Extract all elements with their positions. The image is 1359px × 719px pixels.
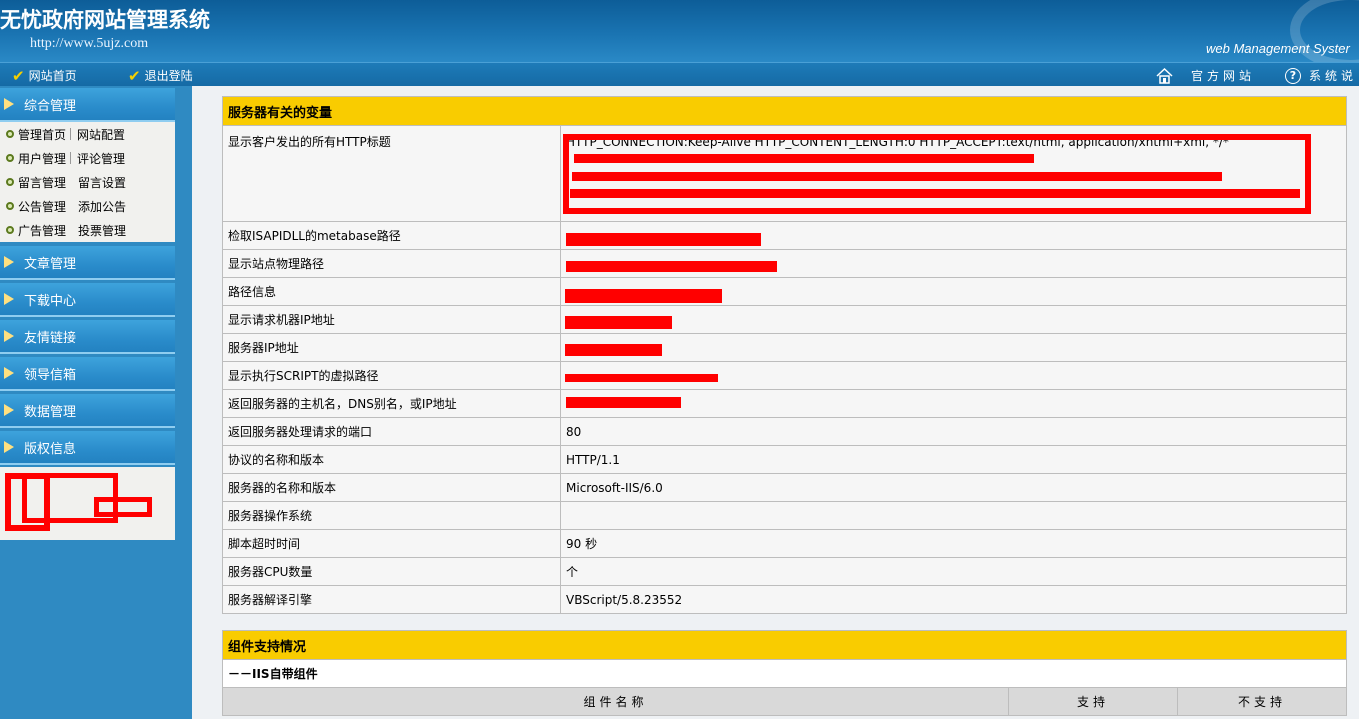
menu-link-votes[interactable]: 投票管理 (78, 222, 126, 239)
menu-row: 广告管理 投票管理 (6, 221, 126, 239)
table-row: 显示执行SCRIPT的虚拟路径 (222, 361, 1347, 390)
menu-link-comments[interactable]: 评论管理 (77, 150, 125, 167)
triangle-right-icon (4, 441, 14, 453)
table-title: 服务器有关的变量 (222, 96, 1347, 126)
house-icon (1156, 67, 1173, 84)
redaction-mark (565, 316, 672, 329)
table-row: 脚本超时时间 90 秒 (222, 529, 1347, 558)
main-content: 服务器有关的变量 显示客户发出的所有HTTP标题 HTTP_CONNECTION… (192, 86, 1359, 719)
sidebar-general-menu: 管理首页 网站配置 用户管理 评论管理 留言管理 留言设置 公告管理 添加公告 … (0, 122, 175, 242)
bullet-icon (6, 178, 14, 186)
table-row: 协议的名称和版本 HTTP/1.1 (222, 445, 1347, 474)
bullet-icon (6, 202, 14, 210)
redaction-mark (566, 233, 761, 246)
nav-official-site-link[interactable]: 官方网站 (1156, 67, 1255, 84)
menu-row: 管理首页 网站配置 (6, 125, 125, 143)
redaction-mark (570, 189, 1300, 198)
table-row: 显示站点物理路径 (222, 249, 1347, 278)
bullet-icon (6, 226, 14, 234)
sidebar-section-copyright[interactable]: 版权信息 (0, 431, 175, 465)
redaction-mark (566, 397, 681, 408)
sidebar-section-links[interactable]: 友情链接 (0, 320, 175, 354)
redaction-mark (572, 172, 1222, 181)
sidebar: 综合管理 管理首页 网站配置 用户管理 评论管理 留言管理 留言设置 公告管理 … (0, 86, 192, 719)
sidebar-copyright-panel (0, 467, 175, 540)
components-table: 组件支持情况 －－IIS自带组件 组件名称 支持 不支持 (222, 630, 1347, 716)
table-row: 显示请求机器IP地址 (222, 305, 1347, 334)
menu-link-site-config[interactable]: 网站配置 (77, 126, 125, 143)
table-row: 返回服务器的主机名，DNS别名，或IP地址 (222, 389, 1347, 418)
bullet-icon (6, 154, 14, 162)
redaction-mark (565, 374, 718, 382)
table-row: 服务器CPU数量个 (222, 557, 1347, 586)
check-icon: ✔ (12, 66, 25, 85)
app-header: 无忧政府网站管理系统 http://www.5ujz.com web Manag… (0, 0, 1359, 62)
components-subtitle: －－IIS自带组件 (222, 659, 1347, 688)
triangle-right-icon (4, 404, 14, 416)
triangle-right-icon (4, 256, 14, 268)
redaction-mark (565, 289, 722, 303)
menu-link-add-announcement[interactable]: 添加公告 (78, 198, 126, 215)
table-row: 检取ISAPIDLL的metabase路径 (222, 221, 1347, 250)
triangle-right-icon (4, 98, 14, 110)
column-header-supported: 支持 (1008, 687, 1178, 716)
triangle-right-icon (4, 367, 14, 379)
app-subtitle: web Management Syster (1206, 41, 1350, 56)
top-nav: ✔ 网站首页 ✔ 退出登陆 官方网站 ? 系统说 (0, 62, 1359, 86)
redaction-mark (566, 261, 777, 272)
menu-link-users[interactable]: 用户管理 (18, 150, 66, 167)
table-row: 服务器的名称和版本 Microsoft-IIS/6.0 (222, 473, 1347, 502)
sidebar-section-data[interactable]: 数据管理 (0, 394, 175, 428)
menu-row: 用户管理 评论管理 (6, 149, 125, 167)
nav-help-link[interactable]: ? 系统说 (1285, 67, 1357, 84)
sidebar-section-downloads[interactable]: 下载中心 (0, 283, 175, 317)
check-icon: ✔ (128, 66, 141, 85)
table-row: 服务器操作系统 (222, 501, 1347, 530)
redaction-mark (565, 344, 662, 356)
table-row: 服务器解译引擎 VBScript/5.8.23552 (222, 585, 1347, 614)
nav-logout-link[interactable]: ✔ 退出登陆 (128, 67, 193, 84)
bullet-icon (6, 130, 14, 138)
sidebar-section-general[interactable]: 综合管理 (0, 88, 175, 122)
menu-link-ads[interactable]: 广告管理 (18, 222, 66, 239)
table-row: 路径信息 (222, 277, 1347, 306)
column-header-unsupported: 不支持 (1177, 687, 1347, 716)
menu-link-announcements[interactable]: 公告管理 (18, 198, 66, 215)
triangle-right-icon (4, 330, 14, 342)
table-row: 返回服务器处理请求的端口 80 (222, 417, 1347, 446)
sidebar-section-mailbox[interactable]: 领导信箱 (0, 357, 175, 391)
table-title: 组件支持情况 (222, 630, 1347, 660)
menu-link-admin-home[interactable]: 管理首页 (18, 126, 66, 143)
redaction-mark (574, 154, 1034, 163)
redaction-mark (94, 497, 152, 517)
question-icon: ? (1285, 67, 1301, 84)
app-title: 无忧政府网站管理系统 (0, 7, 210, 32)
menu-row: 公告管理 添加公告 (6, 197, 126, 215)
triangle-right-icon (4, 293, 14, 305)
menu-link-message-settings[interactable]: 留言设置 (78, 174, 126, 191)
sidebar-section-articles[interactable]: 文章管理 (0, 246, 175, 280)
column-header-name: 组件名称 (222, 687, 1009, 716)
nav-home-link[interactable]: ✔ 网站首页 (12, 67, 77, 84)
row-label: 显示客户发出的所有HTTP标题 (222, 125, 561, 222)
table-header-row: 组件名称 支持 不支持 (222, 687, 1347, 716)
menu-link-messages[interactable]: 留言管理 (18, 174, 66, 191)
menu-row: 留言管理 留言设置 (6, 173, 126, 191)
app-url: http://www.5ujz.com (30, 36, 149, 51)
table-row: 服务器IP地址 (222, 333, 1347, 362)
